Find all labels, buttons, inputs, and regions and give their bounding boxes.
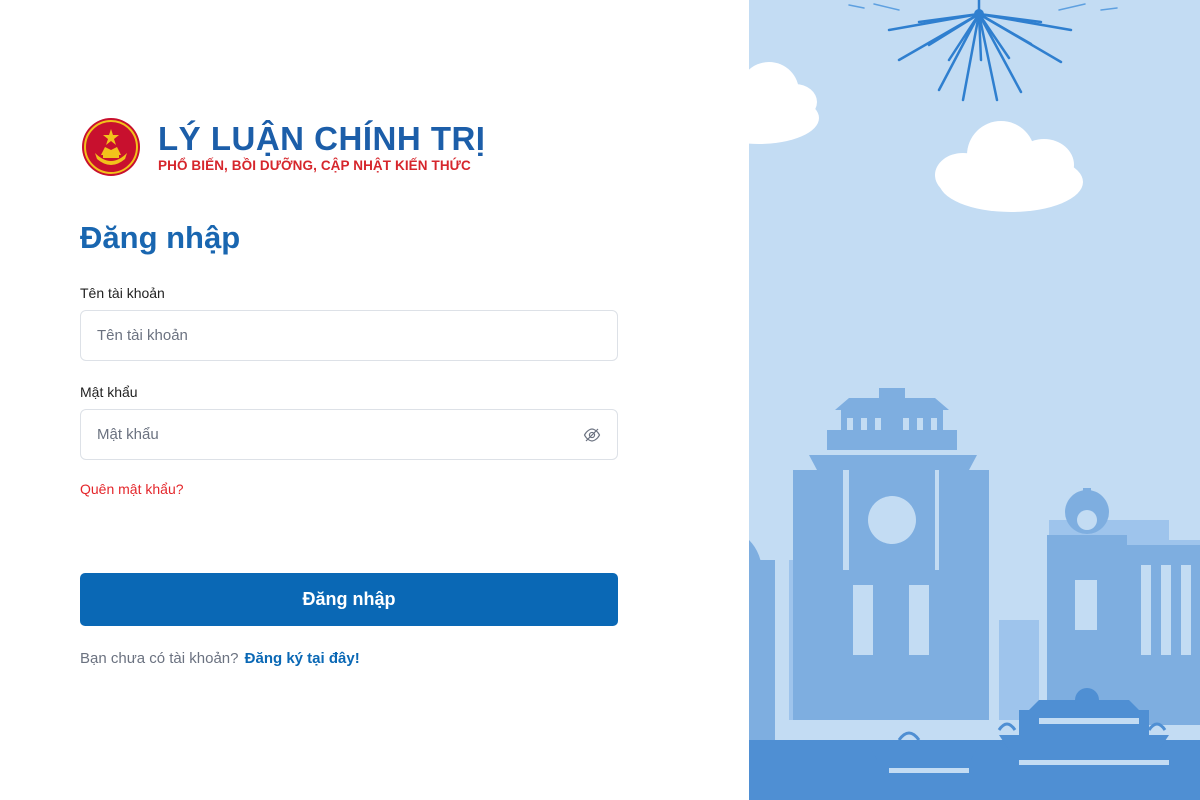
password-field-box[interactable] [80,409,618,460]
login-panel: LÝ LUẬN CHÍNH TRỊ PHỔ BIẾN, BỒI DƯỠNG, C… [0,0,749,800]
register-link[interactable]: Đăng ký tại đây! [245,650,360,667]
khue-van-cac-icon [793,388,989,720]
brand-logo[interactable]: LÝ LUẬN CHÍNH TRỊ PHỔ BIẾN, BỒI DƯỠNG, C… [81,117,485,177]
username-label: Tên tài khoản [80,285,165,301]
password-input[interactable] [97,426,583,443]
cloud-icon [935,121,1083,212]
eye-off-icon[interactable] [583,426,601,444]
forgot-password-link[interactable]: Quên mật khẩu? [80,481,184,497]
page-title: Đăng nhập [80,220,241,255]
illustration-panel [749,0,1200,800]
party-emblem-icon [82,118,140,176]
register-prompt: Bạn chưa có tài khoản? [80,650,239,667]
register-prompt-line: Bạn chưa có tài khoản? Đăng ký tại đây! [80,650,360,667]
login-button[interactable]: Đăng nhập [80,573,618,626]
username-input[interactable] [97,327,601,344]
password-label: Mật khẩu [80,384,138,400]
username-field-box[interactable] [80,310,618,361]
hanoi-skyline-illustration [749,0,1200,800]
brand-title: LÝ LUẬN CHÍNH TRỊ [158,119,486,157]
brand-subtitle: PHỔ BIẾN, BỒI DƯỠNG, CẬP NHẬT KIẾN THỨC [158,157,471,173]
